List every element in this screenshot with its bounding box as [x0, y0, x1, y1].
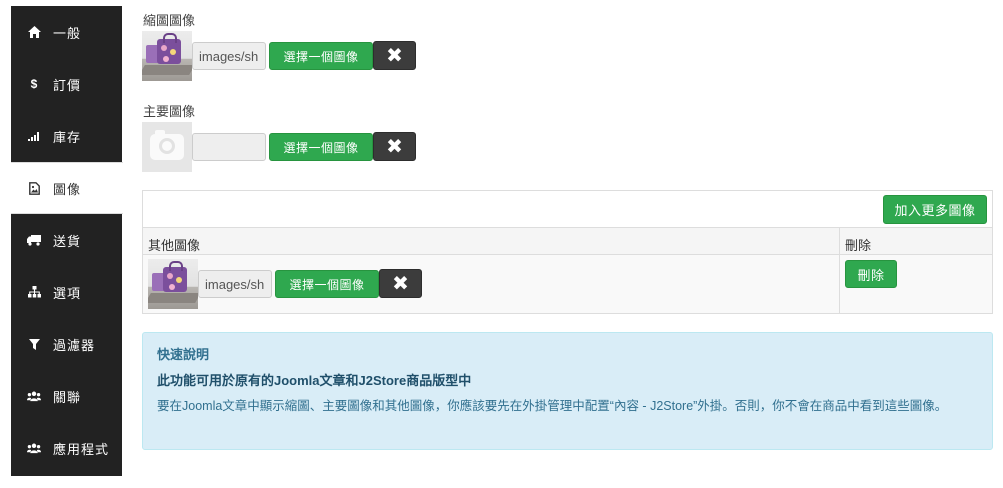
additional-clear-button[interactable]: ✖ [379, 269, 422, 298]
truck-icon [27, 233, 41, 247]
close-icon: ✖ [386, 135, 403, 158]
sidebar-item-filters[interactable]: 過濾器 [11, 318, 122, 370]
column-header-other-images: 其他圖像 [148, 238, 201, 253]
sidebar-item-label: 訂價 [53, 77, 82, 93]
sidebar-item-pricing[interactable]: $ 訂價 [11, 58, 122, 110]
column-header-delete: 刪除 [845, 238, 872, 253]
add-more-images-button[interactable]: 加入更多圖像 [883, 195, 987, 224]
sidebar-item-label: 一般 [53, 25, 82, 41]
camera-icon [150, 130, 184, 160]
additional-images-table: 加入更多圖像 其他圖像 刪除 選擇一個圖像 ✖ 刪除 [142, 190, 993, 314]
sidebar-item-label: 應用程式 [53, 441, 110, 457]
thumbnail-image-path-input[interactable] [192, 42, 266, 70]
additional-select-image-button[interactable]: 選擇一個圖像 [275, 270, 379, 298]
column-divider [839, 228, 840, 314]
sidebar-item-inventory[interactable]: 庫存 [11, 110, 122, 162]
thumbnail-select-image-button[interactable]: 選擇一個圖像 [269, 42, 373, 70]
sitemap-icon [27, 285, 41, 299]
table-row: 選擇一個圖像 ✖ 刪除 [143, 255, 992, 313]
main-clear-button[interactable]: ✖ [373, 132, 416, 161]
main-image-preview [142, 122, 192, 172]
table-toolbar: 加入更多圖像 [143, 191, 992, 228]
sidebar-item-shipping[interactable]: 送貨 [11, 214, 122, 266]
sidebar-item-label: 選項 [53, 285, 82, 301]
close-icon: ✖ [386, 44, 403, 67]
dollar-icon: $ [30, 77, 38, 91]
thumbnail-clear-button[interactable]: ✖ [373, 41, 416, 70]
additional-image-preview [148, 259, 198, 309]
sidebar-item-relations[interactable]: 關聯 [11, 370, 122, 422]
sidebar-item-general[interactable]: 一般 [11, 6, 122, 58]
sidebar-item-label: 過濾器 [53, 337, 96, 353]
main-image-path-input[interactable] [192, 133, 266, 161]
quick-help-panel: 快速說明 此功能可用於原有的Joomla文章和J2Store商品版型中 要在Jo… [142, 332, 993, 450]
sidebar-item-images[interactable]: 圖像 [11, 162, 123, 214]
sidebar-item-apps[interactable]: 應用程式 [11, 422, 122, 474]
table-header: 其他圖像 刪除 [143, 228, 992, 255]
file-image-icon [27, 181, 41, 195]
delete-row-button[interactable]: 刪除 [845, 260, 897, 288]
additional-image-path-input[interactable] [198, 270, 272, 298]
thumbnail-image-preview [142, 31, 192, 81]
signal-icon [27, 129, 41, 143]
help-body: 要在Joomla文章中顯示縮圖、主要圖像和其他圖像，你應該要先在外掛管理中配置“… [157, 399, 948, 413]
help-bold-line: 此功能可用於原有的Joomla文章和J2Store商品版型中 [157, 373, 472, 388]
sidebar-item-label: 庫存 [53, 129, 82, 145]
close-icon: ✖ [392, 272, 409, 295]
home-icon [27, 25, 41, 39]
sidebar-item-label: 關聯 [53, 389, 82, 405]
sidebar-item-label: 送貨 [53, 233, 82, 249]
help-title: 快速說明 [157, 347, 210, 362]
sidebar-item-options[interactable]: 選項 [11, 266, 122, 318]
main-select-image-button[interactable]: 選擇一個圖像 [269, 133, 373, 161]
users-icon [27, 389, 41, 403]
main-image-label: 主要圖像 [143, 104, 196, 119]
thumbnail-image-label: 縮圖圖像 [143, 13, 196, 28]
users-icon [27, 441, 41, 455]
sidebar-item-label: 圖像 [53, 181, 82, 197]
sidebar: 一般 $ 訂價 庫存 圖像 送貨 選項 過濾器 關聯 應用程式 [11, 6, 123, 476]
filter-icon [27, 337, 41, 351]
